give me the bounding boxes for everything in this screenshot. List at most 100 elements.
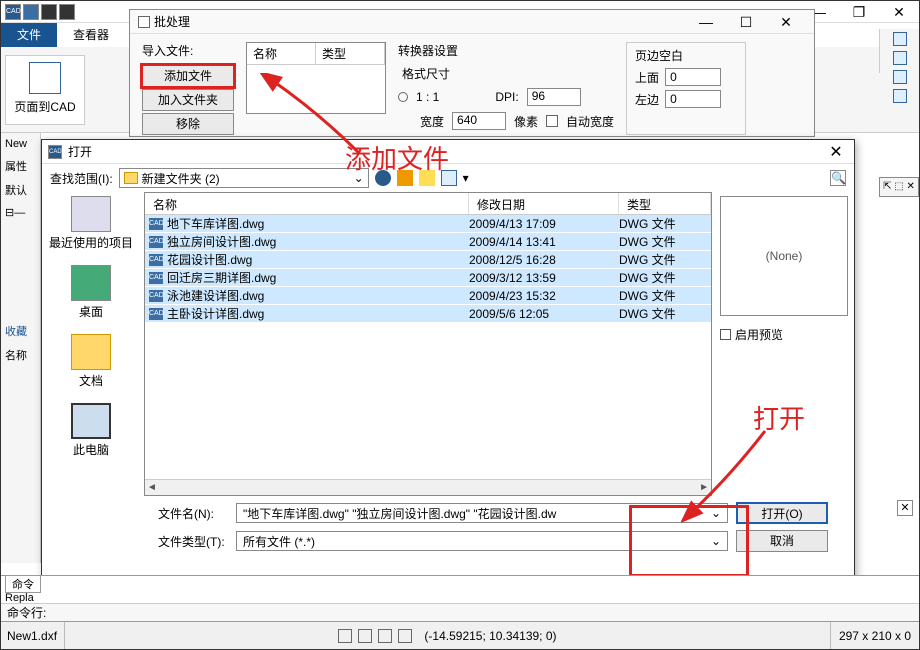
filename-input[interactable]: "地下车库详图.dwg" "独立房间设计图.dwg" "花园设计图.dw ⌄	[236, 503, 728, 523]
px-label: 像素	[514, 113, 538, 130]
file-row[interactable]: CAD主卧设计详图.dwg2009/5/6 12:05DWG 文件	[145, 305, 711, 323]
qat-new-icon[interactable]	[23, 4, 39, 20]
file-list[interactable]: 名称 修改日期 类型 CAD地下车库详图.dwg2009/4/13 17:09D…	[144, 192, 712, 496]
preview-checkbox[interactable]	[720, 329, 731, 340]
up-icon[interactable]	[397, 170, 413, 186]
close-button[interactable]: ✕	[879, 1, 919, 23]
add-folder-button[interactable]: 加入文件夹	[142, 89, 234, 111]
file-row[interactable]: CAD独立房间设计图.dwg2009/4/14 13:41DWG 文件	[145, 233, 711, 251]
status-coords: (-14.59215; 10.34139; 0)	[418, 629, 562, 643]
lookin-combo[interactable]: 新建文件夹 (2) ⌄	[119, 168, 369, 188]
panel-controls[interactable]: ⇱ ⬚ ✕	[879, 177, 919, 197]
batch-minimize[interactable]: ―	[686, 11, 726, 33]
col-type[interactable]: 类型	[619, 193, 711, 214]
file-date: 2009/4/13 17:09	[469, 217, 619, 231]
open-title: 打开	[68, 143, 92, 160]
chevron-down-icon: ⌄	[711, 534, 721, 548]
filetype-value: 所有文件 (*.*)	[243, 533, 315, 550]
app-icon[interactable]: CAD	[5, 4, 21, 20]
lookin-label: 查找范围(I):	[50, 170, 113, 187]
status-doc[interactable]: New1.dxf	[1, 622, 65, 649]
col-date[interactable]: 修改日期	[469, 193, 619, 214]
command-line[interactable]: 命令行:	[1, 603, 919, 621]
view-dd[interactable]: ▾	[463, 171, 469, 185]
ortho-icon[interactable]	[378, 629, 392, 643]
h-scrollbar[interactable]: ◄►	[145, 479, 711, 495]
place-pc[interactable]: 此电脑	[46, 403, 136, 458]
qat-open-icon[interactable]	[41, 4, 57, 20]
filetype-combo[interactable]: 所有文件 (*.*) ⌄	[236, 531, 728, 551]
place-recent[interactable]: 最近使用的项目	[46, 196, 136, 251]
viewport-close[interactable]: ✕	[897, 500, 913, 516]
file-type: DWG 文件	[619, 251, 711, 268]
left-new[interactable]: New	[3, 137, 38, 151]
dwg-icon: CAD	[149, 290, 163, 302]
maximize-button[interactable]: ❐	[839, 1, 879, 23]
page-to-cad-label: 页面到CAD	[6, 98, 84, 115]
conv-title: 转换器设置	[398, 42, 614, 59]
places-bar: 最近使用的项目 桌面 文档 此电脑	[42, 192, 140, 496]
batch-title: 批处理	[154, 13, 190, 30]
remove-button[interactable]: 移除	[142, 113, 234, 135]
file-row[interactable]: CAD地下车库详图.dwg2009/4/13 17:09DWG 文件	[145, 215, 711, 233]
back-icon[interactable]	[375, 170, 391, 186]
margin-top-input[interactable]	[665, 68, 721, 86]
file-name: 独立房间设计图.dwg	[167, 233, 469, 250]
right-tool-1[interactable]	[893, 32, 907, 46]
batch-dialog: 批处理 ― ☐ ✕ 导入文件: 添加文件 加入文件夹 移除 名称 类型 转换器	[129, 9, 815, 137]
col-name: 名称	[247, 43, 316, 65]
open-toolbar: 查找范围(I): 新建文件夹 (2) ⌄ ▾ 🔍	[42, 164, 854, 192]
tab-viewer[interactable]: 查看器	[57, 23, 125, 47]
import-label: 导入文件:	[142, 42, 234, 59]
place-docs[interactable]: 文档	[46, 334, 136, 389]
margin-title: 页边空白	[635, 47, 737, 64]
snap-icon[interactable]	[338, 629, 352, 643]
qat-save-icon[interactable]	[59, 4, 75, 20]
open-button[interactable]: 打开(O)	[736, 502, 828, 524]
add-file-button[interactable]: 添加文件	[142, 65, 234, 87]
view-mode-icon[interactable]	[441, 170, 457, 186]
left-tree-toggle[interactable]: ⊟—	[3, 205, 38, 220]
batch-close[interactable]: ✕	[766, 11, 806, 33]
new-folder-icon[interactable]	[419, 170, 435, 186]
tab-file[interactable]: 文件	[1, 23, 57, 47]
page-to-cad-button[interactable]: 页面到CAD	[5, 55, 85, 125]
dwg-icon: CAD	[149, 236, 163, 248]
right-tool-2[interactable]	[893, 51, 907, 65]
file-name: 主卧设计详图.dwg	[167, 305, 469, 322]
file-row[interactable]: CAD花园设计图.dwg2008/12/5 16:28DWG 文件	[145, 251, 711, 269]
ratio-radio[interactable]	[398, 92, 408, 102]
margin-left-label: 左边	[635, 91, 659, 108]
width-input[interactable]: 640	[452, 112, 506, 130]
place-desktop[interactable]: 桌面	[46, 265, 136, 320]
preview-pane: (None) 启用预览	[716, 192, 854, 496]
file-type: DWG 文件	[619, 287, 711, 304]
command-tab[interactable]: 命令	[5, 575, 41, 593]
file-row[interactable]: CAD回迁房三期详图.dwg2009/3/12 13:59DWG 文件	[145, 269, 711, 287]
cancel-button[interactable]: 取消	[736, 530, 828, 552]
margin-left-input[interactable]	[665, 90, 721, 108]
import-list[interactable]: 名称 类型	[246, 42, 386, 114]
status-dims: 297 x 210 x 0	[830, 622, 919, 649]
col-name[interactable]: 名称	[145, 193, 469, 214]
open-close-button[interactable]: ✕	[824, 142, 848, 162]
file-row[interactable]: CAD泳池建设详图.dwg2009/4/23 15:32DWG 文件	[145, 287, 711, 305]
autowidth-checkbox[interactable]	[546, 115, 558, 127]
left-default[interactable]: 默认	[3, 181, 38, 199]
search-icon[interactable]: 🔍	[830, 170, 846, 186]
axis-icon[interactable]	[398, 629, 412, 643]
left-name: 名称	[3, 346, 38, 364]
file-type: DWG 文件	[619, 233, 711, 250]
lookin-value: 新建文件夹 (2)	[142, 170, 220, 187]
file-list-header: 名称 修改日期 类型	[145, 193, 711, 215]
right-tool-3[interactable]	[893, 70, 907, 84]
left-props[interactable]: 属性	[3, 157, 38, 175]
format-title: 格式尺寸	[402, 65, 614, 82]
right-tool-4[interactable]	[893, 89, 907, 103]
grid-icon[interactable]	[358, 629, 372, 643]
open-dialog: CAD 打开 ✕ 查找范围(I): 新建文件夹 (2) ⌄ ▾ 🔍 最近使用的项…	[41, 139, 855, 581]
left-fav[interactable]: 收藏	[3, 322, 38, 340]
batch-maximize[interactable]: ☐	[726, 11, 766, 33]
dpi-input[interactable]: 96	[527, 88, 581, 106]
dwg-icon: CAD	[149, 218, 163, 230]
